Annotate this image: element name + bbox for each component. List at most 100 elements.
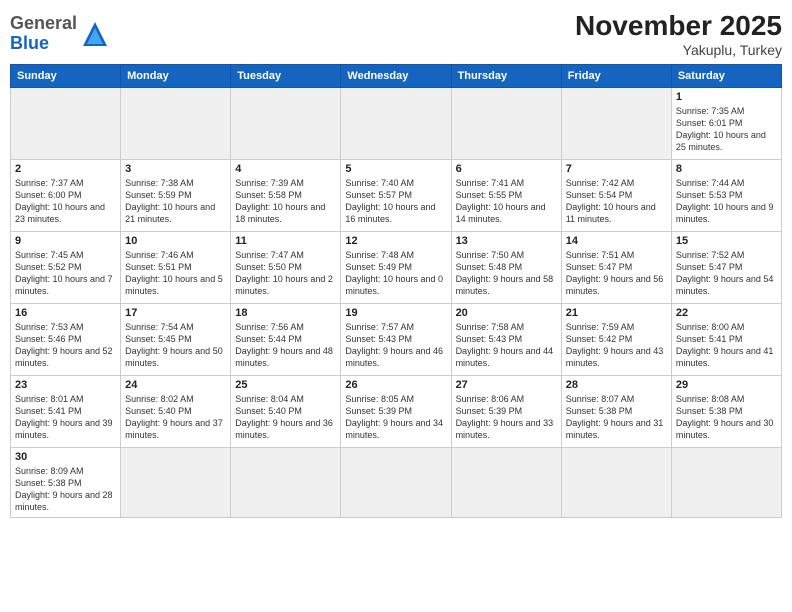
day-number: 27 — [456, 379, 557, 391]
calendar-cell — [341, 88, 451, 160]
day-number: 21 — [566, 307, 667, 319]
cell-content: Sunrise: 7:50 AM Sunset: 5:48 PM Dayligh… — [456, 249, 557, 298]
calendar-cell — [231, 448, 341, 518]
day-number: 4 — [235, 163, 336, 175]
page: General Blue November 2025 Yakuplu, Turk… — [0, 0, 792, 612]
day-number: 2 — [15, 163, 116, 175]
calendar-cell: 16Sunrise: 7:53 AM Sunset: 5:46 PM Dayli… — [11, 304, 121, 376]
cell-content: Sunrise: 7:59 AM Sunset: 5:42 PM Dayligh… — [566, 321, 667, 370]
day-number: 17 — [125, 307, 226, 319]
calendar-cell — [341, 448, 451, 518]
cell-content: Sunrise: 8:08 AM Sunset: 5:38 PM Dayligh… — [676, 393, 777, 442]
day-number: 18 — [235, 307, 336, 319]
calendar-cell: 1Sunrise: 7:35 AM Sunset: 6:01 PM Daylig… — [671, 88, 781, 160]
calendar-cell: 3Sunrise: 7:38 AM Sunset: 5:59 PM Daylig… — [121, 160, 231, 232]
day-number: 22 — [676, 307, 777, 319]
cell-content: Sunrise: 7:46 AM Sunset: 5:51 PM Dayligh… — [125, 249, 226, 298]
cell-content: Sunrise: 7:41 AM Sunset: 5:55 PM Dayligh… — [456, 177, 557, 226]
calendar-cell: 17Sunrise: 7:54 AM Sunset: 5:45 PM Dayli… — [121, 304, 231, 376]
calendar-cell — [561, 448, 671, 518]
calendar-cell: 27 Sunrise: 8:06 AM Sunset: 5:39 PM Dayli… — [451, 376, 561, 448]
header: General Blue November 2025 Yakuplu, Turk… — [10, 10, 782, 58]
week-row-1: 1Sunrise: 7:35 AM Sunset: 6:01 PM Daylig… — [11, 88, 782, 160]
day-number: 7 — [566, 163, 667, 175]
cell-content: Sunrise: 7:47 AM Sunset: 5:50 PM Dayligh… — [235, 249, 336, 298]
calendar: SundayMondayTuesdayWednesdayThursdayFrid… — [10, 64, 782, 518]
week-row-3: 9 Sunrise: 7:45 AM Sunset: 5:52 PM Daylig… — [11, 232, 782, 304]
day-number: 20 — [456, 307, 557, 319]
cell-content: Sunrise: 7:39 AM Sunset: 5:58 PM Dayligh… — [235, 177, 336, 226]
calendar-cell: 6 Sunrise: 7:41 AM Sunset: 5:55 PM Daylig… — [451, 160, 561, 232]
calendar-cell — [11, 88, 121, 160]
calendar-cell: 26 Sunrise: 8:05 AM Sunset: 5:39 PM Dayli… — [341, 376, 451, 448]
logo: General Blue — [10, 14, 109, 54]
day-number: 13 — [456, 235, 557, 247]
location: Yakuplu, Turkey — [575, 42, 782, 58]
day-number: 10 — [125, 235, 226, 247]
calendar-cell: 22 Sunrise: 8:00 AM Sunset: 5:41 PM Dayli… — [671, 304, 781, 376]
calendar-cell — [121, 88, 231, 160]
month-title: November 2025 — [575, 10, 782, 42]
cell-content: Sunrise: 8:09 AM Sunset: 5:38 PM Dayligh… — [15, 465, 116, 514]
logo-blue: Blue — [10, 33, 49, 53]
cell-content: Sunrise: 7:48 AM Sunset: 5:49 PM Dayligh… — [345, 249, 446, 298]
day-number: 5 — [345, 163, 446, 175]
calendar-cell: 21 Sunrise: 7:59 AM Sunset: 5:42 PM Dayli… — [561, 304, 671, 376]
calendar-cell: 2Sunrise: 7:37 AM Sunset: 6:00 PM Daylig… — [11, 160, 121, 232]
weekday-header-thursday: Thursday — [451, 65, 561, 88]
cell-content: Sunrise: 8:00 AM Sunset: 5:41 PM Dayligh… — [676, 321, 777, 370]
calendar-cell: 19Sunrise: 7:57 AM Sunset: 5:43 PM Dayli… — [341, 304, 451, 376]
calendar-cell: 25Sunrise: 8:04 AM Sunset: 5:40 PM Dayli… — [231, 376, 341, 448]
calendar-cell: 28 Sunrise: 8:07 AM Sunset: 5:38 PM Dayli… — [561, 376, 671, 448]
calendar-cell — [671, 448, 781, 518]
day-number: 24 — [125, 379, 226, 391]
day-number: 30 — [15, 451, 116, 463]
logo-icon — [81, 20, 109, 48]
calendar-cell: 13 Sunrise: 7:50 AM Sunset: 5:48 PM Dayli… — [451, 232, 561, 304]
calendar-cell: 30 Sunrise: 8:09 AM Sunset: 5:38 PM Dayli… — [11, 448, 121, 518]
day-number: 26 — [345, 379, 446, 391]
calendar-cell: 10 Sunrise: 7:46 AM Sunset: 5:51 PM Dayli… — [121, 232, 231, 304]
calendar-cell: 7Sunrise: 7:42 AM Sunset: 5:54 PM Daylig… — [561, 160, 671, 232]
day-number: 15 — [676, 235, 777, 247]
day-number: 8 — [676, 163, 777, 175]
calendar-cell — [451, 448, 561, 518]
cell-content: Sunrise: 7:56 AM Sunset: 5:44 PM Dayligh… — [235, 321, 336, 370]
weekday-header-tuesday: Tuesday — [231, 65, 341, 88]
day-number: 6 — [456, 163, 557, 175]
cell-content: Sunrise: 8:07 AM Sunset: 5:38 PM Dayligh… — [566, 393, 667, 442]
weekday-header-friday: Friday — [561, 65, 671, 88]
calendar-cell: 8 Sunrise: 7:44 AM Sunset: 5:53 PM Daylig… — [671, 160, 781, 232]
calendar-cell: 9 Sunrise: 7:45 AM Sunset: 5:52 PM Daylig… — [11, 232, 121, 304]
day-number: 1 — [676, 91, 777, 103]
cell-content: Sunrise: 8:06 AM Sunset: 5:39 PM Dayligh… — [456, 393, 557, 442]
day-number: 9 — [15, 235, 116, 247]
day-number: 14 — [566, 235, 667, 247]
day-number: 19 — [345, 307, 446, 319]
calendar-cell: 11 Sunrise: 7:47 AM Sunset: 5:50 PM Dayli… — [231, 232, 341, 304]
logo-general: General — [10, 13, 77, 33]
day-number: 28 — [566, 379, 667, 391]
week-row-2: 2Sunrise: 7:37 AM Sunset: 6:00 PM Daylig… — [11, 160, 782, 232]
day-number: 11 — [235, 235, 336, 247]
cell-content: Sunrise: 7:58 AM Sunset: 5:43 PM Dayligh… — [456, 321, 557, 370]
logo-text: General Blue — [10, 14, 77, 54]
cell-content: Sunrise: 8:01 AM Sunset: 5:41 PM Dayligh… — [15, 393, 116, 442]
week-row-4: 16Sunrise: 7:53 AM Sunset: 5:46 PM Dayli… — [11, 304, 782, 376]
calendar-cell — [121, 448, 231, 518]
cell-content: Sunrise: 7:52 AM Sunset: 5:47 PM Dayligh… — [676, 249, 777, 298]
calendar-cell: 24Sunrise: 8:02 AM Sunset: 5:40 PM Dayli… — [121, 376, 231, 448]
cell-content: Sunrise: 7:45 AM Sunset: 5:52 PM Dayligh… — [15, 249, 116, 298]
cell-content: Sunrise: 7:51 AM Sunset: 5:47 PM Dayligh… — [566, 249, 667, 298]
cell-content: Sunrise: 8:05 AM Sunset: 5:39 PM Dayligh… — [345, 393, 446, 442]
weekday-header-row: SundayMondayTuesdayWednesdayThursdayFrid… — [11, 65, 782, 88]
weekday-header-sunday: Sunday — [11, 65, 121, 88]
weekday-header-monday: Monday — [121, 65, 231, 88]
day-number: 3 — [125, 163, 226, 175]
cell-content: Sunrise: 7:44 AM Sunset: 5:53 PM Dayligh… — [676, 177, 777, 226]
calendar-cell: 15 Sunrise: 7:52 AM Sunset: 5:47 PM Dayli… — [671, 232, 781, 304]
day-number: 12 — [345, 235, 446, 247]
weekday-header-wednesday: Wednesday — [341, 65, 451, 88]
day-number: 16 — [15, 307, 116, 319]
calendar-cell: 20 Sunrise: 7:58 AM Sunset: 5:43 PM Dayli… — [451, 304, 561, 376]
